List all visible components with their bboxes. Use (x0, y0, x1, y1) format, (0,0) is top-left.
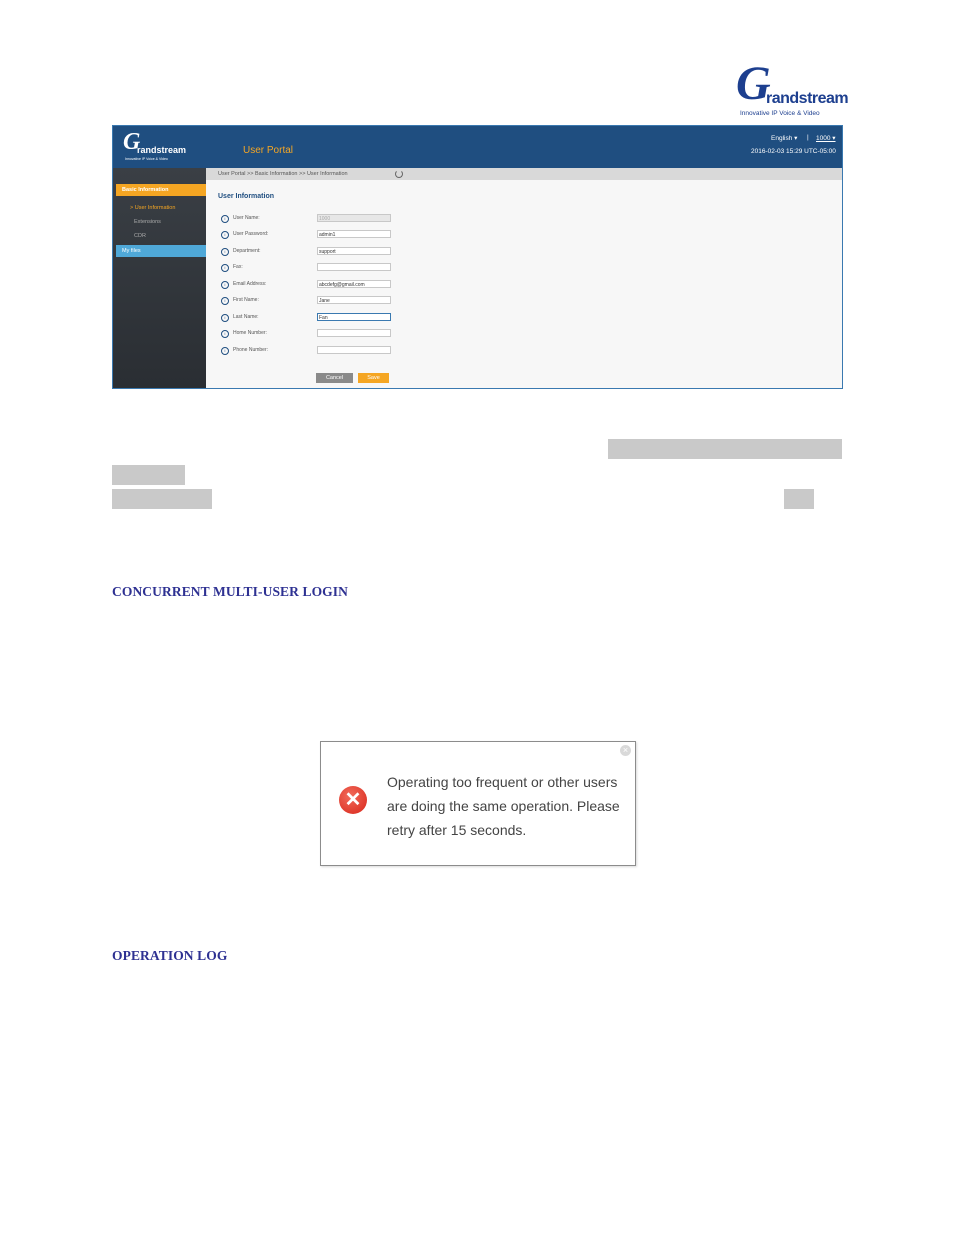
sidebar-item-basic-information[interactable]: Basic Information (116, 184, 206, 196)
datetime: 2016-02-03 15:29 UTC-05:00 (751, 148, 836, 155)
field-label: First Name: (233, 297, 259, 303)
home-number-field[interactable] (317, 329, 391, 337)
redacted-block (112, 489, 212, 509)
field-label: Department: (233, 248, 261, 254)
phone-number-field[interactable] (317, 346, 391, 354)
form-row-department: i Department: support (221, 247, 421, 257)
field-label: User Name: (233, 215, 260, 221)
form-row-user-name: i User Name: 1000 (221, 214, 421, 224)
info-icon: i (221, 314, 229, 322)
portal-title: User Portal (243, 145, 294, 156)
header-separator: | (807, 134, 809, 141)
redacted-block (112, 465, 185, 485)
refresh-icon[interactable] (395, 170, 403, 178)
department-field[interactable]: support (317, 247, 391, 255)
user-portal-screenshot: G randstream Innovative IP Voice & Video… (112, 125, 843, 389)
user-password-field[interactable]: admin1 (317, 230, 391, 238)
form-row-home-number: i Home Number: (221, 329, 421, 339)
grandstream-logo: G randstream Innovative IP Voice & Video (736, 60, 849, 120)
portal-logo-tagline: Innovative IP Voice & Video (125, 157, 168, 161)
user-menu[interactable]: 1000 ▾ (816, 134, 836, 142)
info-icon: i (221, 264, 229, 272)
user-name-field: 1000 (317, 214, 391, 222)
first-name-field[interactable]: Jane (317, 296, 391, 304)
save-button[interactable]: Save (358, 373, 389, 383)
portal-logo-word: randstream (137, 145, 187, 155)
logo-tagline: Innovative IP Voice & Video (740, 110, 820, 117)
portal-sidebar: Basic Information > User Information Ext… (113, 168, 206, 388)
close-icon[interactable]: × (620, 745, 631, 756)
sidebar-item-cdr[interactable]: CDR (116, 230, 206, 242)
portal-logo: G randstream Innovative IP Voice & Video (123, 130, 186, 161)
error-icon: ✕ (339, 786, 367, 814)
info-icon: i (221, 281, 229, 289)
info-icon: i (221, 297, 229, 305)
field-label: Email Address: (233, 281, 267, 287)
field-label: Home Number: (233, 330, 267, 336)
last-name-field[interactable]: Fan (317, 313, 391, 321)
language-dropdown[interactable]: English ▾ (771, 134, 797, 142)
user-information-form: User Information i User Name: 1000 i Use… (206, 180, 842, 388)
error-dialog: × ✕ Operating too frequent or other user… (320, 741, 636, 866)
form-row-phone-number: i Phone Number: (221, 346, 421, 356)
form-row-last-name: i Last Name: Fan (221, 313, 421, 323)
field-label: Phone Number: (233, 347, 269, 353)
breadcrumb-bar: User Portal >> Basic Information >> User… (206, 168, 842, 180)
form-row-fax: i Fax: (221, 263, 421, 273)
field-label: Last Name: (233, 314, 259, 320)
info-icon: i (221, 248, 229, 256)
heading-operation-log: OPERATION LOG (112, 948, 228, 963)
section-title: User Information (218, 193, 275, 200)
form-row-email: i Email Address: abcdefg@gmail.com (221, 280, 421, 290)
sidebar-item-user-information[interactable]: > User Information (116, 202, 206, 214)
error-message: Operating too frequent or other users ar… (387, 774, 620, 838)
logo-word: randstream (766, 90, 849, 107)
fax-field[interactable] (317, 263, 391, 271)
sidebar-item-my-files[interactable]: My files (116, 245, 206, 257)
redacted-block (784, 489, 814, 509)
form-row-first-name: i First Name: Jane (221, 296, 421, 306)
heading-concurrent-login: CONCURRENT MULTI-USER LOGIN (112, 584, 348, 599)
portal-topbar: G randstream Innovative IP Voice & Video… (113, 126, 842, 168)
info-icon: i (221, 231, 229, 239)
field-label: User Password: (233, 231, 269, 237)
info-icon: i (221, 330, 229, 338)
sidebar-item-extensions[interactable]: Extensions (116, 216, 206, 228)
field-label: Fax: (233, 264, 243, 270)
form-row-user-password: i User Password: admin1 (221, 230, 421, 240)
breadcrumb: User Portal >> Basic Information >> User… (218, 171, 348, 177)
info-icon: i (221, 215, 229, 223)
redacted-block (608, 439, 842, 459)
cancel-button[interactable]: Cancel (316, 373, 353, 383)
email-field[interactable]: abcdefg@gmail.com (317, 280, 391, 288)
info-icon: i (221, 347, 229, 355)
